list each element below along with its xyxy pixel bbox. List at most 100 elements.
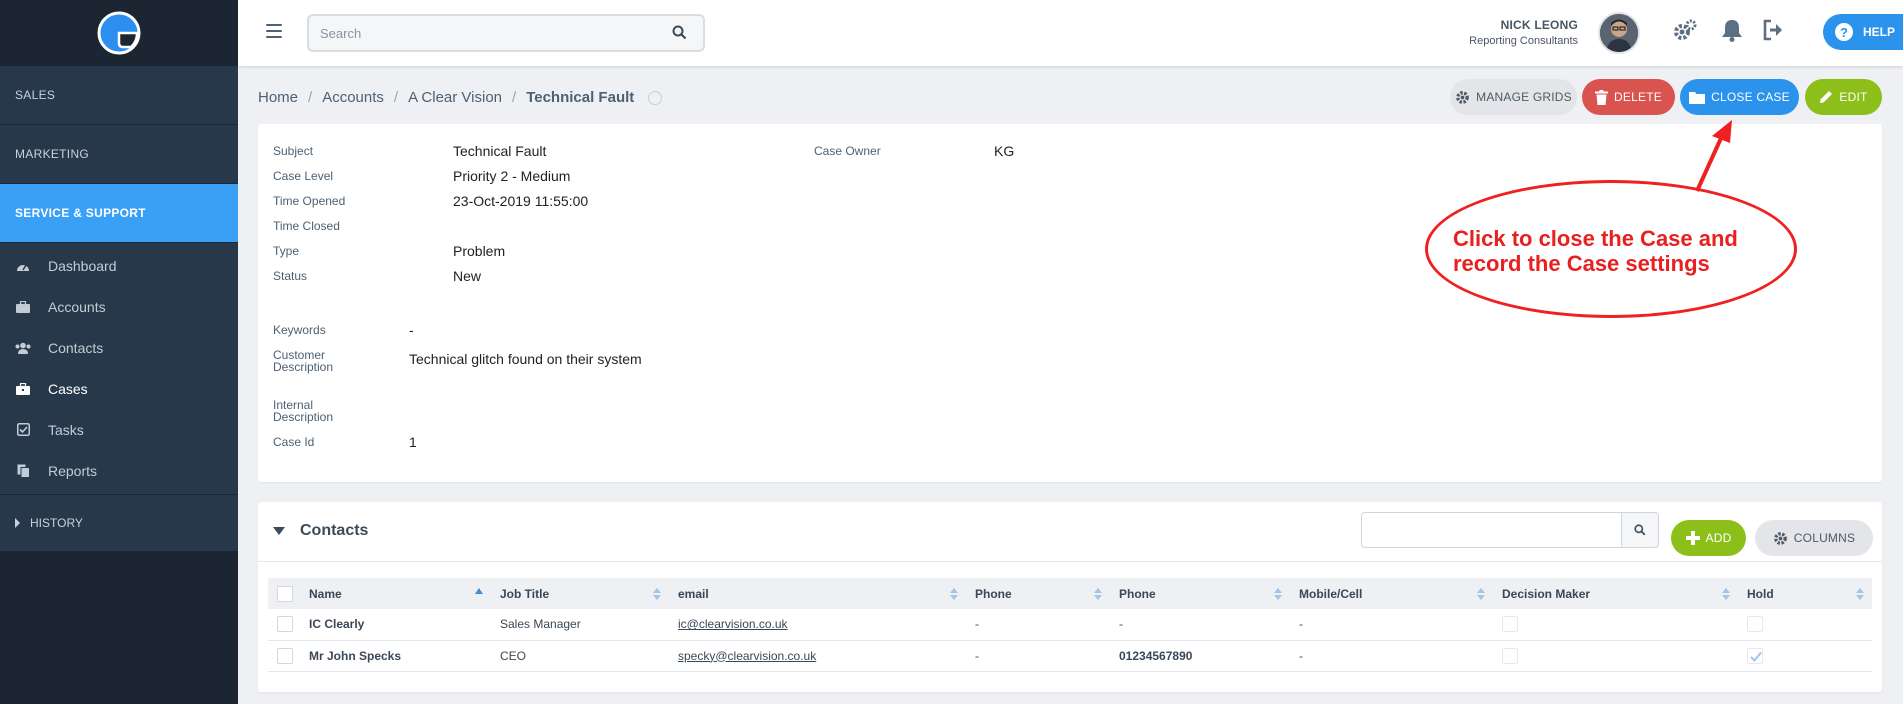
columns-button[interactable]: COLUMNS: [1755, 520, 1873, 556]
column-header-hold[interactable]: Hold: [1738, 578, 1872, 609]
user-info[interactable]: NICK LEONG Reporting Consultants: [1469, 18, 1578, 47]
select-all-header: [268, 578, 300, 609]
search-box: [307, 14, 705, 52]
gear-icon: [1773, 531, 1787, 545]
sidebar-item-dashboard[interactable]: Dashboard: [0, 245, 238, 286]
column-header-name[interactable]: Name: [300, 578, 491, 609]
status-label: Status: [273, 269, 308, 283]
customer-description-value: Technical glitch found on their system: [409, 351, 642, 367]
users-icon: [15, 340, 31, 356]
sidebar-item-accounts[interactable]: Accounts: [0, 286, 238, 327]
contacts-panel: Contacts ADD COLUMNS Name Job Title emai…: [258, 502, 1882, 692]
manage-grids-button[interactable]: MANAGE GRIDS: [1450, 79, 1577, 115]
decision-maker-checkbox: [1502, 616, 1518, 633]
search-icon[interactable]: [672, 25, 687, 45]
sidebar-section-service-support[interactable]: SERVICE & SUPPORT: [0, 184, 238, 243]
column-header-phone-2[interactable]: Phone: [1110, 578, 1290, 609]
callout-line-2: record the Case settings: [1453, 251, 1710, 276]
sort-icon: [1722, 588, 1730, 600]
table-row[interactable]: IC Clearly Sales Manager ic@clearvision.…: [268, 609, 1872, 641]
row-checkbox[interactable]: [277, 616, 293, 633]
cell-hold: [1738, 609, 1872, 641]
column-header-email[interactable]: email: [669, 578, 966, 609]
question-icon: ?: [1835, 23, 1853, 41]
subject-label: Subject: [273, 144, 314, 158]
cell-phone: -: [966, 640, 1110, 672]
logout-icon[interactable]: [1762, 18, 1786, 47]
sidebar-item-label: Reports: [48, 462, 98, 479]
sort-icon: [1856, 588, 1864, 600]
search-input[interactable]: [309, 16, 639, 50]
email-link[interactable]: specky@clearvision.co.uk: [678, 649, 816, 663]
cell-name[interactable]: Mr John Specks: [300, 640, 491, 672]
breadcrumb-home[interactable]: Home: [258, 89, 298, 106]
column-header-decision-maker[interactable]: Decision Maker: [1493, 578, 1738, 609]
sidebar-item-label: Dashboard: [48, 257, 117, 274]
menu-icon[interactable]: [266, 24, 282, 38]
cell-hold: [1738, 640, 1872, 672]
email-link[interactable]: ic@clearvision.co.uk: [678, 617, 788, 631]
cell-email: specky@clearvision.co.uk: [669, 640, 966, 672]
sort-icon: [653, 588, 661, 600]
case-id-value: 1: [409, 434, 417, 450]
sidebar-item-contacts[interactable]: Contacts: [0, 327, 238, 368]
sidebar-section-marketing[interactable]: MARKETING: [0, 125, 238, 184]
settings-gears-icon[interactable]: [1672, 18, 1698, 49]
customer-description-label: Customer Description: [273, 348, 334, 374]
sidebar-item-label: Accounts: [48, 298, 106, 315]
column-header-phone[interactable]: Phone: [966, 578, 1110, 609]
contacts-search-button[interactable]: [1621, 512, 1659, 548]
user-name: NICK LEONG: [1500, 18, 1578, 32]
edit-label: EDIT: [1839, 90, 1868, 104]
sort-icon: [950, 588, 958, 600]
add-contact-button[interactable]: ADD: [1671, 520, 1746, 556]
sidebar-item-label: Cases: [48, 380, 88, 397]
case-icon: [15, 381, 31, 397]
logo[interactable]: [0, 0, 238, 66]
decision-maker-checkbox: [1502, 647, 1518, 664]
hold-checkbox: [1747, 616, 1763, 633]
history-label: HISTORY: [30, 516, 83, 530]
cell-mobile: -: [1290, 640, 1493, 672]
cell-name[interactable]: IC Clearly: [300, 609, 491, 641]
table-row[interactable]: Mr John Specks CEO specky@clearvision.co…: [268, 640, 1872, 672]
breadcrumb-accounts[interactable]: Accounts: [322, 89, 384, 106]
sidebar-history[interactable]: HISTORY: [0, 495, 238, 551]
search-icon: [1634, 524, 1646, 536]
cell-phone-2: 01234567890: [1110, 640, 1290, 672]
case-owner-value: KG: [994, 143, 1015, 159]
time-opened-value: 23-Oct-2019 11:55:00: [453, 193, 589, 209]
caret-right-icon: [15, 518, 20, 528]
sidebar-item-cases[interactable]: Cases: [0, 368, 238, 409]
cell-phone: -: [966, 609, 1110, 641]
column-header-job-title[interactable]: Job Title: [491, 578, 669, 609]
avatar[interactable]: [1598, 12, 1640, 54]
time-closed-label: Time Closed: [273, 219, 340, 233]
sidebar-item-reports[interactable]: Reports: [0, 450, 238, 491]
column-header-mobile[interactable]: Mobile/Cell: [1290, 578, 1493, 609]
row-checkbox[interactable]: [277, 647, 293, 664]
select-all-checkbox[interactable]: [277, 585, 293, 602]
case-level-value: Priority 2 - Medium: [453, 168, 571, 184]
breadcrumb-account[interactable]: A Clear Vision: [408, 89, 502, 106]
cell-email: ic@clearvision.co.uk: [669, 609, 966, 641]
collapse-caret-icon[interactable]: [273, 527, 285, 535]
trash-icon: [1595, 89, 1609, 105]
bell-icon[interactable]: [1721, 18, 1743, 47]
sidebar: SALES MARKETING SERVICE & SUPPORT Dashbo…: [0, 0, 238, 704]
help-button[interactable]: ? HELP: [1823, 14, 1903, 50]
contacts-table: Name Job Title email Phone Phone Mobile/…: [268, 578, 1872, 672]
cell-mobile: -: [1290, 609, 1493, 641]
clock-icon[interactable]: [648, 90, 663, 105]
edit-button[interactable]: EDIT: [1805, 79, 1882, 115]
columns-label: COLUMNS: [1793, 531, 1856, 545]
contacts-search-input[interactable]: [1361, 512, 1622, 548]
breadcrumb-separator: /: [308, 89, 313, 106]
cell-decision-maker: [1493, 609, 1738, 641]
delete-button[interactable]: DELETE: [1582, 79, 1675, 115]
sidebar-item-tasks[interactable]: Tasks: [0, 409, 238, 450]
row-select-cell: [268, 640, 300, 672]
close-case-button[interactable]: CLOSE CASE: [1680, 79, 1799, 115]
sidebar-section-sales[interactable]: SALES: [0, 66, 238, 125]
hold-checkbox: [1747, 647, 1763, 664]
